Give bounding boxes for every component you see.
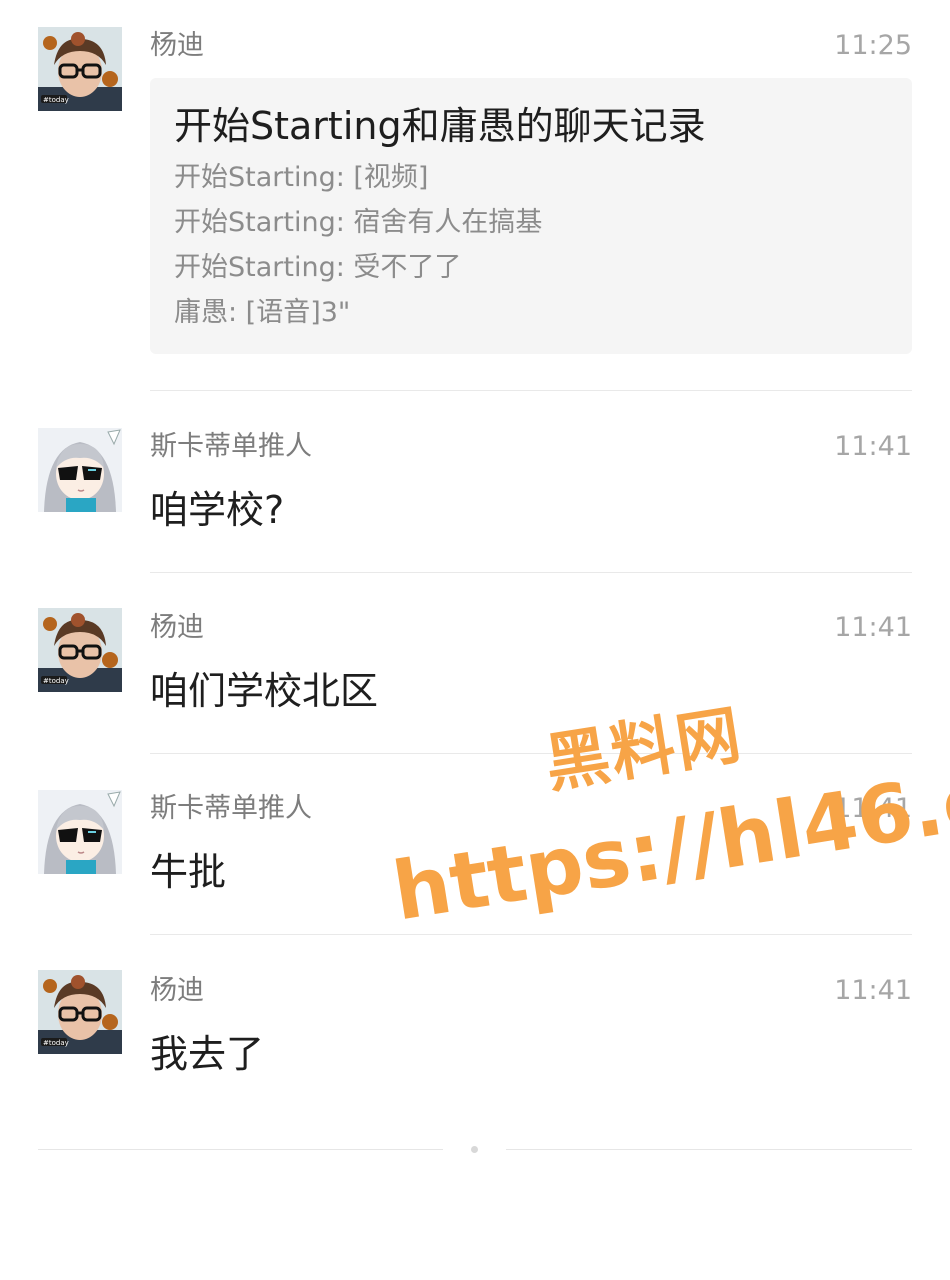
sender-name: 杨迪	[150, 612, 204, 643]
avatar[interactable]	[38, 27, 122, 111]
chat-record-card[interactable]: 开始Starting和庸愚的聊天记录 开始Starting: [视频] 开始St…	[150, 78, 912, 354]
message-time: 11:41	[834, 975, 912, 1006]
sender-name: 斯卡蒂单推人	[150, 793, 312, 824]
chat-record-line: 开始Starting: 宿舍有人在搞基	[174, 207, 543, 238]
avatar-yangdi-icon	[38, 970, 122, 1054]
chat-record-line: 开始Starting: [视频]	[174, 162, 429, 193]
message-item[interactable]: 杨迪 11:25 开始Starting和庸愚的聊天记录 开始Starting: …	[0, 0, 950, 390]
avatar-yangdi-icon	[38, 27, 122, 111]
chat-record-line: 开始Starting: 受不了了	[174, 252, 462, 283]
message-text: 牛批	[150, 850, 227, 894]
message-text: 咱们学校北区	[150, 669, 379, 713]
footer-dot-icon	[471, 1146, 478, 1153]
message-time: 11:41	[834, 793, 912, 824]
sender-name: 杨迪	[150, 30, 204, 61]
avatar[interactable]	[38, 428, 122, 512]
message-item[interactable]: 杨迪 11:41 我去了	[0, 935, 950, 1115]
footer-divider	[506, 1149, 912, 1150]
avatar[interactable]	[38, 608, 122, 692]
avatar-skadi-icon	[38, 428, 122, 512]
avatar[interactable]	[38, 790, 122, 874]
message-text: 咱学校?	[150, 488, 285, 532]
sender-name: 杨迪	[150, 975, 204, 1006]
message-item[interactable]: 斯卡蒂单推人 11:41 牛批	[0, 754, 950, 934]
message-time: 11:41	[834, 612, 912, 643]
footer-divider	[38, 1149, 443, 1150]
sender-name: 斯卡蒂单推人	[150, 431, 312, 462]
message-time: 11:41	[834, 431, 912, 462]
avatar-skadi-icon	[38, 790, 122, 874]
chat-record-line: 庸愚: [语音]3"	[174, 297, 351, 328]
avatar-yangdi-icon	[38, 608, 122, 692]
chat-record-title: 开始Starting和庸愚的聊天记录	[174, 104, 706, 148]
avatar[interactable]	[38, 970, 122, 1054]
message-item[interactable]: 杨迪 11:41 咱们学校北区	[0, 573, 950, 753]
message-item[interactable]: 斯卡蒂单推人 11:41 咱学校?	[0, 391, 950, 571]
message-text: 我去了	[150, 1032, 265, 1076]
message-time: 11:25	[834, 30, 912, 61]
